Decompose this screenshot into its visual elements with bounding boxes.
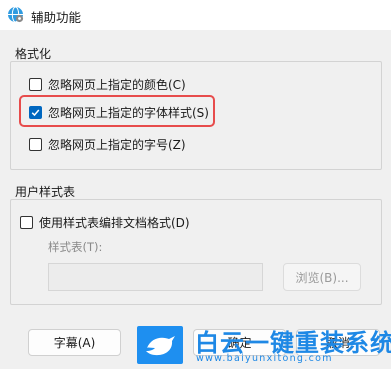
- ignore-font-styles-checkbox[interactable]: [29, 105, 42, 119]
- internet-options-icon: [8, 6, 24, 23]
- ignore-font-styles-option[interactable]: 忽略网页上指定的字体样式(S): [29, 103, 209, 121]
- captions-button[interactable]: 字幕(A): [28, 329, 121, 356]
- title-bar: 辅助功能: [0, 0, 391, 30]
- use-stylesheet-option[interactable]: 使用样式表编排文档格式(D): [20, 213, 190, 231]
- watermark-url: www.baiyunxitong.com: [196, 353, 333, 364]
- use-stylesheet-label: 使用样式表编排文档格式(D): [39, 215, 190, 230]
- ignore-colors-option[interactable]: 忽略网页上指定的颜色(C): [29, 75, 186, 93]
- ignore-colors-label: 忽略网页上指定的颜色(C): [48, 77, 186, 92]
- bird-icon: [146, 336, 175, 356]
- checkmark-icon: [31, 109, 40, 116]
- browse-button[interactable]: 浏览(B)...: [283, 263, 361, 291]
- stylesheet-input[interactable]: [48, 263, 263, 291]
- ignore-font-sizes-option[interactable]: 忽略网页上指定的字号(Z): [29, 135, 186, 153]
- watermark-logo: [137, 326, 183, 364]
- window-title: 辅助功能: [31, 10, 82, 25]
- use-stylesheet-checkbox[interactable]: [20, 215, 33, 229]
- ignore-font-sizes-label: 忽略网页上指定的字号(Z): [48, 137, 186, 152]
- stylesheet-field-label: 样式表(T):: [48, 240, 103, 254]
- user-style-group-label: 用户样式表: [15, 185, 76, 199]
- ignore-font-styles-label: 忽略网页上指定的字体样式(S): [48, 105, 209, 120]
- ignore-font-sizes-checkbox[interactable]: [29, 137, 42, 151]
- format-group-label: 格式化: [15, 47, 52, 61]
- ignore-colors-checkbox[interactable]: [29, 77, 42, 91]
